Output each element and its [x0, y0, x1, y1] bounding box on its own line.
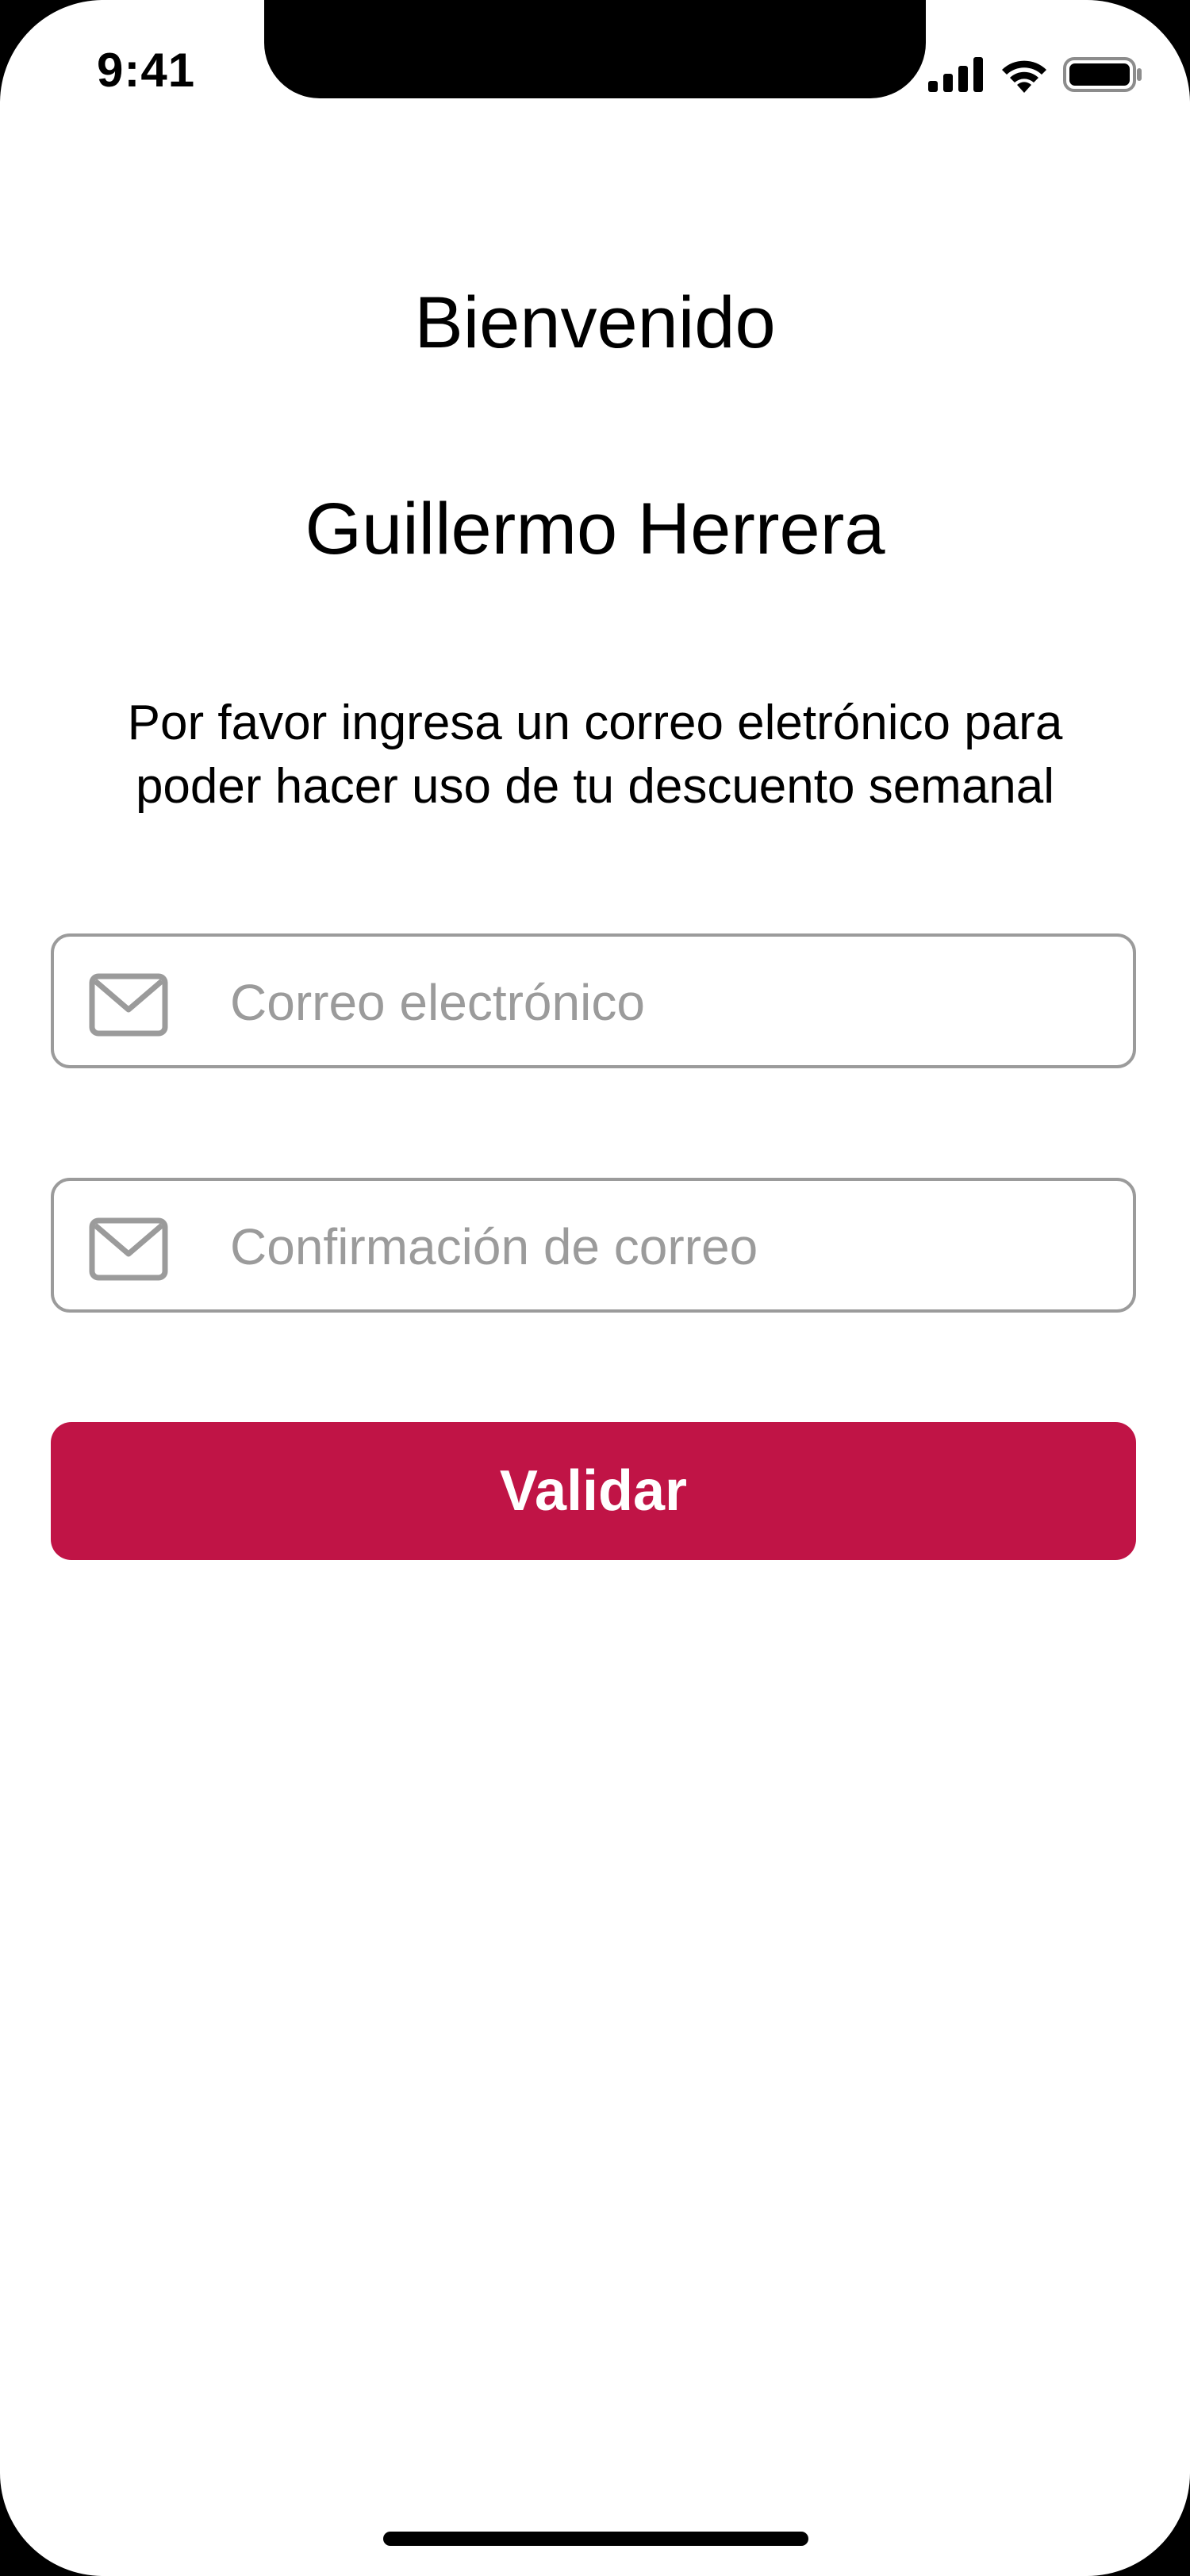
battery-icon	[1063, 56, 1142, 93]
validate-button[interactable]: Validar	[51, 1422, 1136, 1560]
status-time: 9:41	[97, 44, 196, 97]
email-confirm-input[interactable]	[230, 1205, 1103, 1289]
user-name: Guillermo Herrera	[305, 489, 885, 569]
email-field[interactable]	[51, 933, 1136, 1068]
email-input[interactable]	[230, 960, 1103, 1045]
mail-icon	[89, 973, 168, 1037]
email-confirm-field[interactable]	[51, 1178, 1136, 1313]
status-icons	[928, 51, 1142, 98]
phone-screen: 9:41 Bienvenido Guillermo Herrera Por fa…	[0, 0, 1190, 2576]
home-indicator[interactable]	[383, 2532, 808, 2546]
instructions-text: Por favor ingresa un correo eletrónico p…	[127, 696, 1063, 814]
wifi-icon	[1000, 56, 1049, 93]
mail-icon	[89, 1217, 168, 1281]
cellular-signal-icon	[928, 57, 985, 92]
welcome-title: Bienvenido	[414, 282, 776, 363]
device-notch	[264, 0, 926, 98]
